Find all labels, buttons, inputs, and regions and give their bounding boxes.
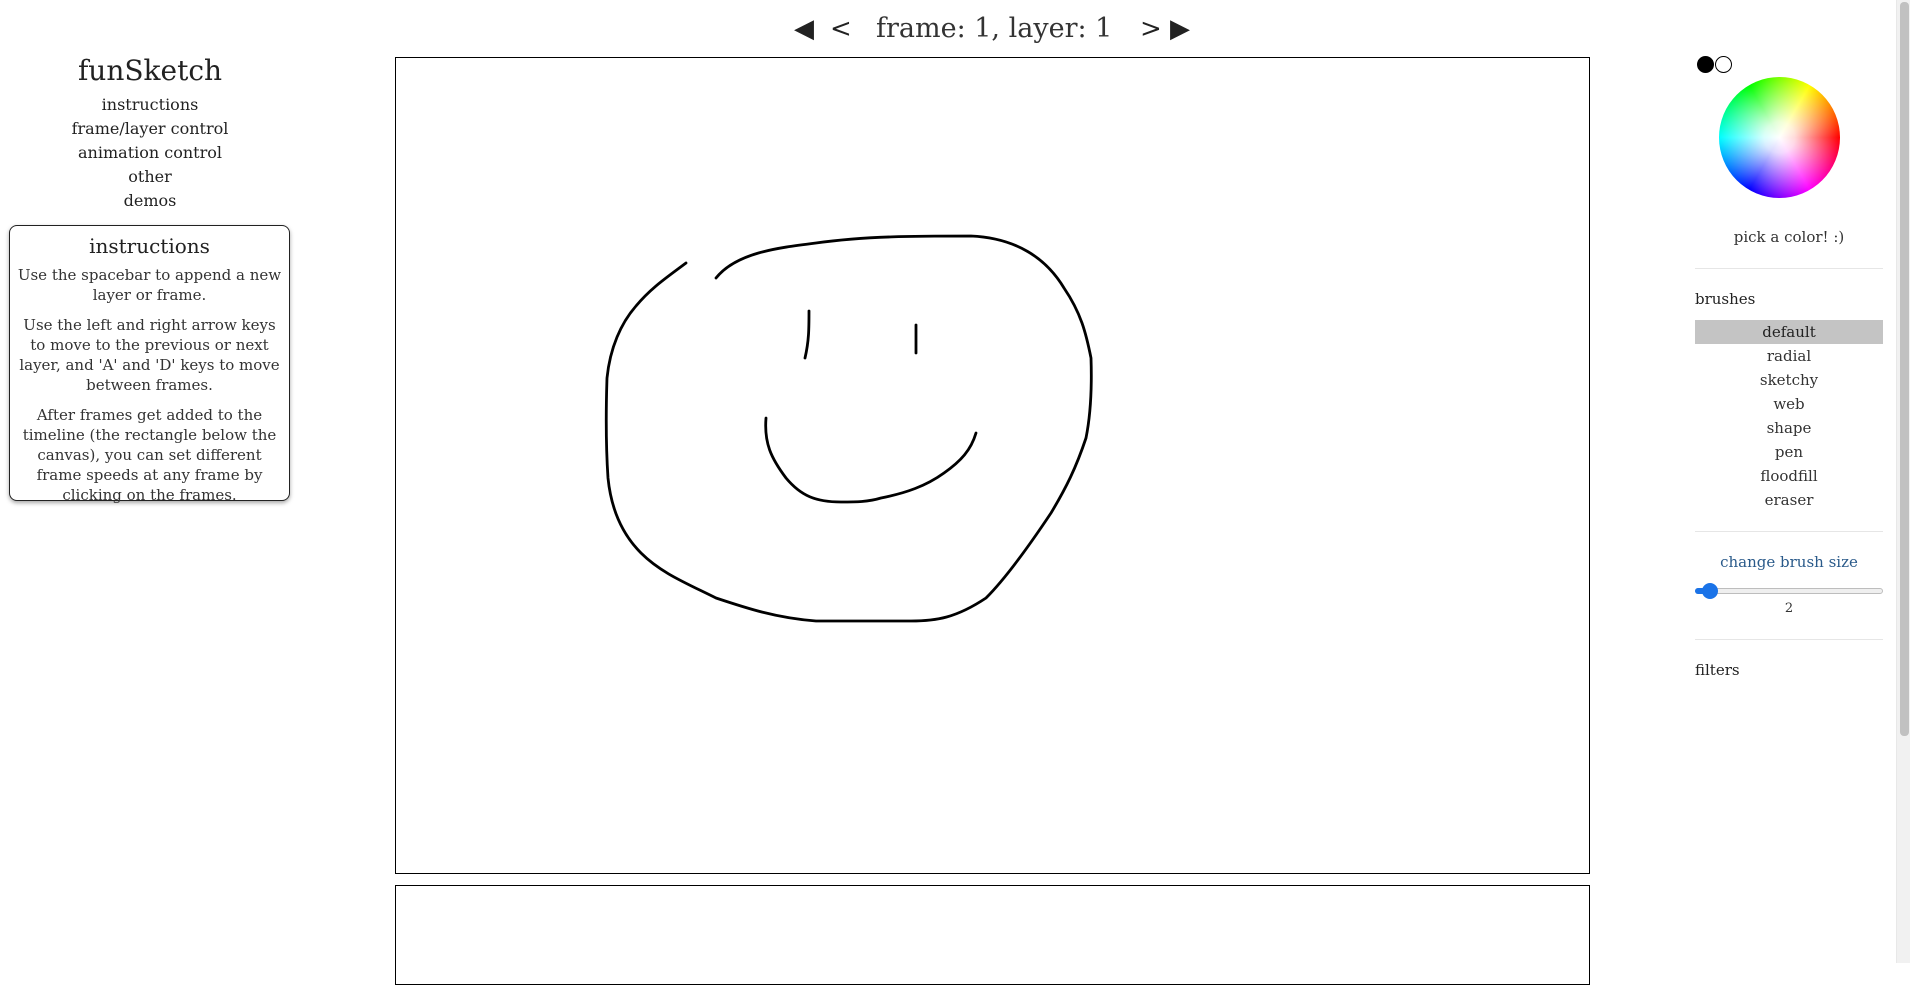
nav-menu: instructions frame/layer control animati…: [0, 93, 300, 213]
brush-item-radial[interactable]: radial: [1695, 344, 1883, 368]
filters-label[interactable]: filters: [1695, 661, 1740, 679]
drawing-canvas[interactable]: [395, 57, 1590, 874]
instructions-panel: instructions Use the spacebar to append …: [9, 225, 290, 504]
slider-track: [1695, 588, 1883, 594]
divider: [1695, 531, 1883, 532]
brush-item-floodfill[interactable]: floodfill: [1695, 464, 1883, 488]
menu-item-instructions[interactable]: instructions: [0, 93, 300, 117]
timeline[interactable]: [395, 885, 1590, 985]
drawing-stroke-left-eye: [803, 309, 811, 360]
prev-layer-button[interactable]: <: [830, 16, 852, 42]
brush-item-eraser[interactable]: eraser: [1695, 488, 1883, 512]
brush-list: default radial sketchy web shape pen flo…: [1695, 320, 1883, 512]
brush-item-default[interactable]: default: [1695, 320, 1883, 344]
menu-item-frame-layer-control[interactable]: frame/layer control: [0, 117, 300, 141]
first-frame-button[interactable]: ◀: [794, 16, 814, 42]
page-scrollbar[interactable]: [1896, 0, 1910, 963]
last-frame-button[interactable]: ▶: [1170, 16, 1190, 42]
color-wheel[interactable]: [1719, 77, 1840, 198]
drawing-stroke-face: [604, 234, 1093, 623]
canvas-drawing: [604, 234, 1093, 623]
brush-item-shape[interactable]: shape: [1695, 416, 1883, 440]
brush-size-slider[interactable]: [1695, 583, 1883, 599]
frame-layer-indicator: frame: 1, layer: 1: [876, 13, 1113, 44]
menu-item-other[interactable]: other: [0, 165, 300, 189]
menu-item-demos[interactable]: demos: [0, 189, 300, 213]
pick-color-text: pick a color! :): [1733, 228, 1845, 246]
divider: [1695, 639, 1883, 640]
triangle-right-icon: ▶: [1170, 14, 1190, 44]
instructions-paragraph: Use the left and right arrow keys to mov…: [19, 316, 280, 394]
frame-layer-nav: ◀ < frame: 1, layer: 1 > ▶: [770, 8, 1230, 52]
scrollbar-thumb[interactable]: [1900, 2, 1909, 736]
brush-item-sketchy[interactable]: sketchy: [1695, 368, 1883, 392]
color-swatches: [1697, 54, 1732, 74]
app-title: funSketch: [77, 54, 223, 87]
secondary-color-swatch[interactable]: [1715, 56, 1732, 73]
next-layer-button[interactable]: >: [1140, 16, 1162, 42]
menu-item-animation-control[interactable]: animation control: [0, 141, 300, 165]
brush-item-pen[interactable]: pen: [1695, 440, 1883, 464]
primary-color-swatch[interactable]: [1697, 56, 1714, 73]
instructions-paragraph: Use the spacebar to append a new layer o…: [17, 266, 282, 304]
brush-item-web[interactable]: web: [1695, 392, 1883, 416]
brush-size-label: change brush size: [1720, 553, 1858, 571]
instructions-paragraph: After frames get added to the timeline (…: [22, 406, 277, 504]
instructions-heading: instructions: [89, 234, 210, 258]
brushes-label: brushes: [1695, 290, 1756, 308]
left-panel: funSketch instructions frame/layer contr…: [0, 50, 300, 504]
triangle-left-icon: ◀: [794, 14, 814, 44]
brush-size-value: 2: [1784, 601, 1794, 616]
divider: [1695, 268, 1883, 269]
drawing-stroke-smile: [764, 416, 978, 504]
slider-thumb[interactable]: [1701, 583, 1718, 599]
